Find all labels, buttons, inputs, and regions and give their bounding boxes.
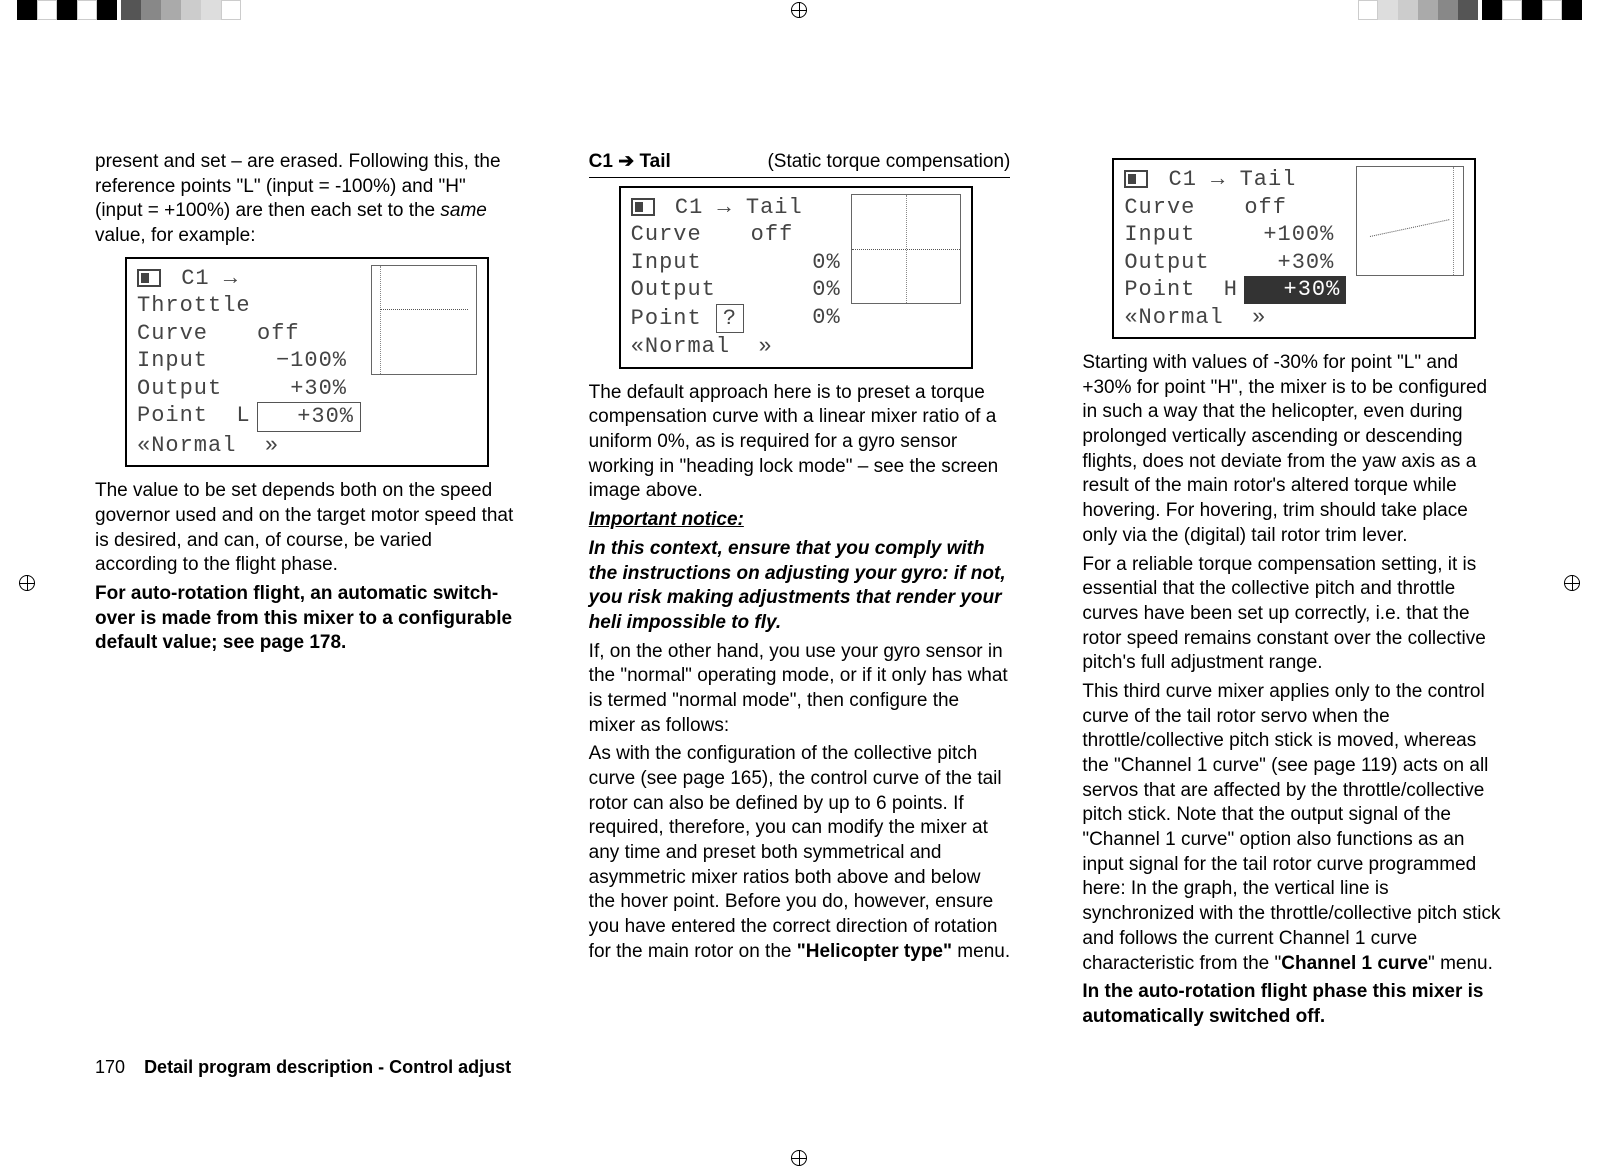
body-text: As with the configuration of the collect… (589, 742, 1011, 964)
body-text: For a reliable torque compensation setti… (1082, 553, 1504, 676)
footer-title: Detail program description - Control adj… (144, 1057, 511, 1077)
lcd-icon (1124, 170, 1148, 188)
curve-graph (1356, 166, 1464, 276)
body-text-bold: For auto-rotation flight, an automatic s… (95, 582, 517, 656)
notice-heading: Important notice: (589, 508, 1011, 533)
section-heading: C1 ➔ Tail (Static torque compensation) (589, 150, 1011, 178)
column-1: present and set – are erased. Following … (95, 150, 517, 1028)
page-footer: 170 Detail program description - Control… (95, 1057, 511, 1078)
curve-graph (371, 265, 477, 375)
registration-mark-icon (17, 573, 37, 593)
lcd-display-tail-h: C1 → Tail Curveoff Input+100% Output+30%… (1112, 158, 1476, 339)
column-2: C1 ➔ Tail (Static torque compensation) C… (589, 150, 1011, 1028)
registration-mark-icon (789, 0, 809, 20)
body-text: If, on the other hand, you use your gyro… (589, 640, 1011, 739)
curve-graph (851, 194, 961, 304)
lcd-icon (631, 198, 655, 216)
registration-mark-icon (789, 1148, 809, 1168)
body-text: This third curve mixer applies only to t… (1082, 680, 1504, 976)
page-content: present and set – are erased. Following … (95, 150, 1504, 1028)
body-text: present and set – are erased. Following … (95, 150, 517, 249)
lcd-display-throttle: C1 → Throttle Curveoff Input−100% Output… (125, 257, 489, 468)
lcd-icon (137, 269, 161, 287)
body-text: Starting with values of -30% for point "… (1082, 351, 1504, 549)
registration-mark-icon (1562, 573, 1582, 593)
page-number: 170 (95, 1057, 125, 1078)
column-3: C1 → Tail Curveoff Input+100% Output+30%… (1082, 150, 1504, 1028)
lcd-display-tail-zero: C1 → Tail Curveoff Input0% Output0% Poin… (619, 186, 973, 369)
body-text-bold: In the auto-rotation flight phase this m… (1082, 980, 1504, 1029)
body-text: The default approach here is to preset a… (589, 381, 1011, 504)
notice-body: In this context, ensure that you comply … (589, 537, 1011, 636)
body-text: The value to be set depends both on the … (95, 479, 517, 578)
